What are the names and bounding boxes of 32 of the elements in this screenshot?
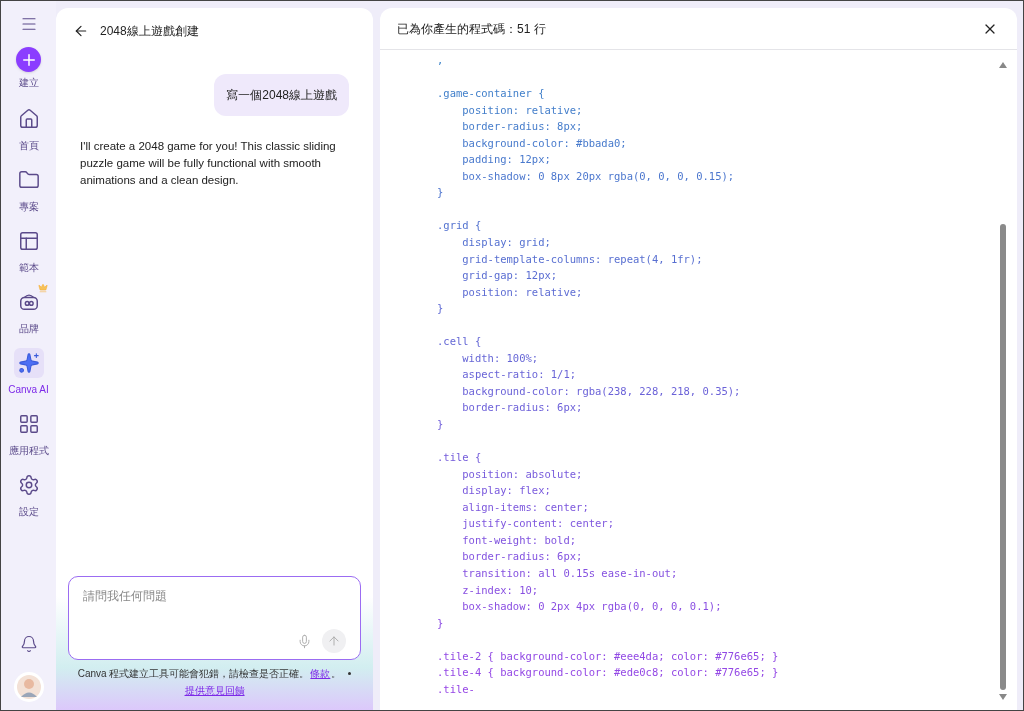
create-button[interactable] (16, 47, 41, 72)
feedback-link[interactable]: 提供意見回饋 (184, 683, 245, 698)
home-icon (17, 108, 40, 130)
nav-item[interactable]: 設定 (2, 470, 55, 519)
nav-label: 建立 (18, 76, 39, 90)
assistant-message: I'll create a 2048 game for you! This classic sliding puzzle game will be fully functional with smooth animations and a clean design. (80, 139, 337, 188)
nav-item[interactable]: 首頁 (2, 104, 55, 153)
nav-item[interactable]: 專案 (2, 165, 55, 214)
user-message: 寫一個2048線上遊戲 (214, 74, 349, 116)
terms-link[interactable]: 條款 (310, 666, 331, 681)
avatar[interactable] (13, 672, 44, 702)
nav-item[interactable]: Canva AI (2, 348, 55, 397)
apps-icon (17, 413, 40, 435)
scroll-up-icon[interactable] (999, 62, 1007, 68)
sparkle-icon (17, 352, 40, 374)
up-arrow-icon (327, 634, 341, 648)
chat-title: 2048線上遊戲創建 (100, 23, 199, 40)
microphone-icon (296, 633, 312, 649)
disclaimer-text: Canva 程式建立工具可能會犯錯，請檢查是否正確。 (77, 667, 310, 681)
menu-icon (19, 15, 38, 33)
template-icon (17, 230, 40, 252)
scroll-down-icon[interactable] (999, 694, 1007, 700)
settings-icon (17, 474, 40, 496)
bell-icon (19, 635, 38, 653)
disclaimer-end: 。 (331, 667, 342, 681)
code-text: , .game-container { position: relative; border-radius: 8px; background-color: #bbada0; padding: 12px; box-shadow: 0 8px 20px rgba(0, 0, 0, 0.15); } .grid { display: grid; grid-template-columns: repeat(4, 1fr); grid-gap: 12px; position: relative; } .cell { width: 100%; aspect-ratio: 1/1; background-color: rgba(238, 228, 218, 0.35); border-radius: 6px; } .tile { position: absolute; display: flex; align-items: center; justify-content: center; font-weight: bold; border-radius: 6px; transition: all 0.15s ease-in-out; z-index: 10; box-shadow: 0 2px 4px rgba(0, 0, 0, 0.1); } .tile-2 { background-color: #eee4da; color: #776e65; } .tile-4 { background-color: #ede0c8; color: #776e65; } .tile- (436, 53, 780, 697)
nav-item[interactable]: 應用程式 (2, 409, 55, 458)
message-input[interactable]: 請問我任何問題 (83, 587, 346, 605)
code-panel-title: 已為你產生的程式碼：51 行 (397, 20, 546, 38)
folder-icon (17, 169, 40, 191)
nav-item[interactable]: 品牌 (2, 287, 55, 336)
nav-item[interactable]: 範本 (2, 226, 55, 275)
